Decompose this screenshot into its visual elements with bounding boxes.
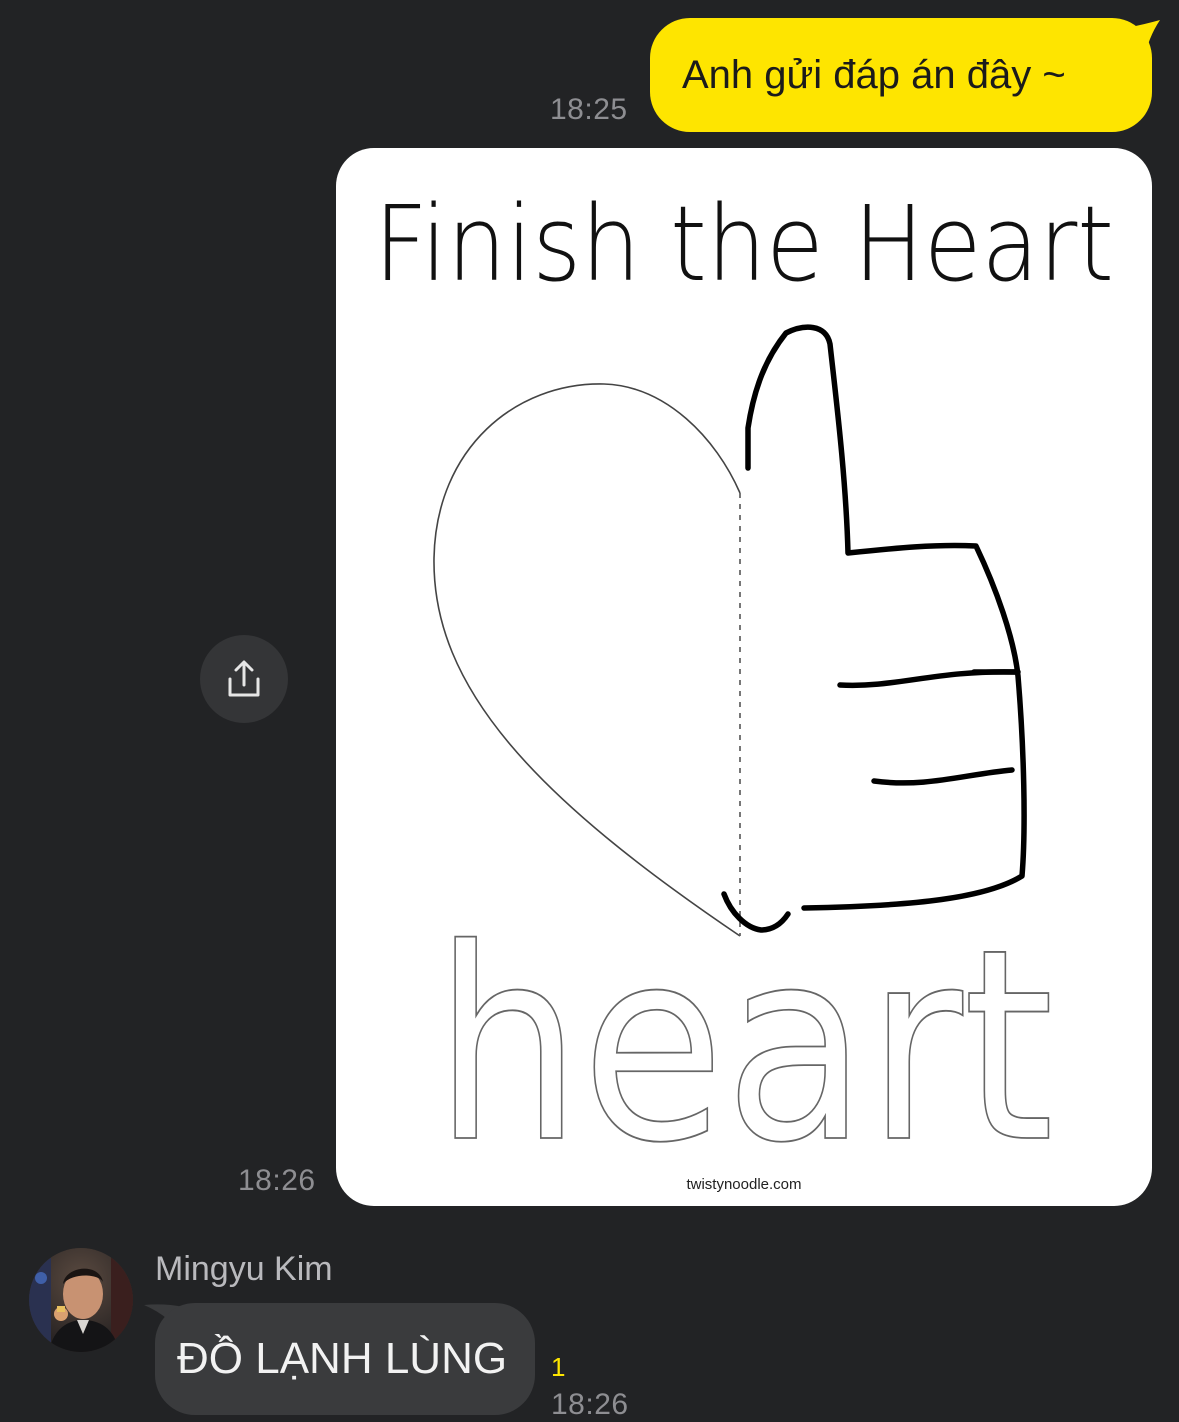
worksheet-word: heart: [434, 893, 1054, 1201]
worksheet-title: Finish the Heart: [374, 183, 1114, 305]
avatar-photo: [29, 1248, 133, 1352]
worksheet-drawing: Finish the Heart heart twistynoodle.com: [374, 183, 1114, 1202]
outgoing-image-time: 18:26: [238, 1164, 316, 1197]
incoming-text: ĐỒ LẠNH LÙNG: [177, 1334, 508, 1383]
finger-line-2: [871, 767, 1015, 786]
incoming-text-bubble[interactable]: ĐỒ LẠNH LÙNG: [155, 1303, 535, 1415]
share-button[interactable]: [200, 635, 288, 723]
worksheet-watermark: twistynoodle.com: [686, 1176, 801, 1193]
outgoing-text-time: 18:25: [550, 93, 628, 126]
incoming-time: 18:26: [551, 1388, 629, 1421]
chat-screen: 18:25 Anh gửi đáp án đây ~ 18:26 Finish …: [0, 0, 1179, 1422]
worksheet-image[interactable]: Finish the Heart heart twistynoodle.com: [336, 148, 1152, 1206]
share-icon: [228, 660, 260, 697]
outgoing-text: Anh gửi đáp án đây ~: [682, 52, 1066, 97]
heart-half-outline: [433, 383, 741, 937]
thumb-outline: [745, 324, 1027, 911]
unread-count: 1: [551, 1352, 566, 1382]
sender-avatar[interactable]: [29, 1248, 133, 1352]
outgoing-text-bubble[interactable]: Anh gửi đáp án đây ~: [650, 18, 1152, 132]
sender-name: Mingyu Kim: [155, 1250, 333, 1288]
